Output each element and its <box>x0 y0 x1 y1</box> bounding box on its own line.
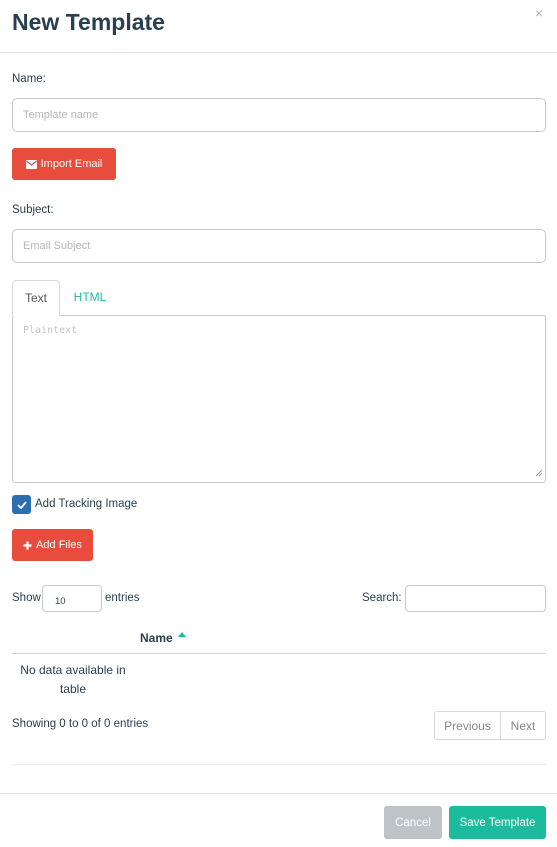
tracking-image-label[interactable]: Add Tracking Image <box>35 498 137 510</box>
table-empty-message: No data available in table <box>20 663 126 696</box>
table-header-divider <box>12 653 546 654</box>
import-email-button[interactable]: Import Email <box>12 148 116 180</box>
entries-per-page-select[interactable]: 10 <box>42 585 102 612</box>
previous-page-button[interactable]: Previous <box>434 711 501 740</box>
template-name-input[interactable]: Template name <box>12 98 546 132</box>
body-divider <box>12 764 546 765</box>
tab-html[interactable]: HTML <box>66 280 114 316</box>
next-page-button[interactable]: Next <box>500 711 546 740</box>
cancel-button[interactable]: Cancel <box>384 806 442 839</box>
resize-grip-icon[interactable] <box>535 469 543 480</box>
tab-text[interactable]: Text <box>12 280 60 316</box>
check-icon <box>16 498 27 512</box>
add-files-label: Add Files <box>36 539 82 551</box>
header-divider <box>0 52 557 53</box>
column-header-name[interactable]: Name <box>140 631 173 645</box>
search-label: Search: <box>362 592 402 604</box>
tracking-image-checkbox[interactable] <box>12 495 31 514</box>
plaintext-textarea[interactable]: Plaintext <box>12 315 546 483</box>
table-info: Showing 0 to 0 of 0 entries <box>12 718 149 730</box>
plaintext-placeholder: Plaintext <box>23 325 78 336</box>
footer-divider <box>0 793 557 794</box>
modal-title: New Template <box>12 9 165 35</box>
entries-label: entries <box>105 592 140 604</box>
subject-label: Subject: <box>12 204 54 216</box>
search-input[interactable] <box>405 585 546 612</box>
show-label: Show <box>12 592 41 604</box>
save-template-button[interactable]: Save Template <box>449 806 546 839</box>
close-icon[interactable]: × <box>535 5 543 21</box>
add-files-button[interactable]: Add Files <box>12 529 93 561</box>
sort-ascending-icon <box>178 626 186 640</box>
import-email-label: Import Email <box>40 158 103 170</box>
envelope-icon <box>25 159 37 169</box>
name-label: Name: <box>12 73 46 85</box>
plus-icon <box>23 541 32 550</box>
email-subject-input[interactable]: Email Subject <box>12 229 546 263</box>
